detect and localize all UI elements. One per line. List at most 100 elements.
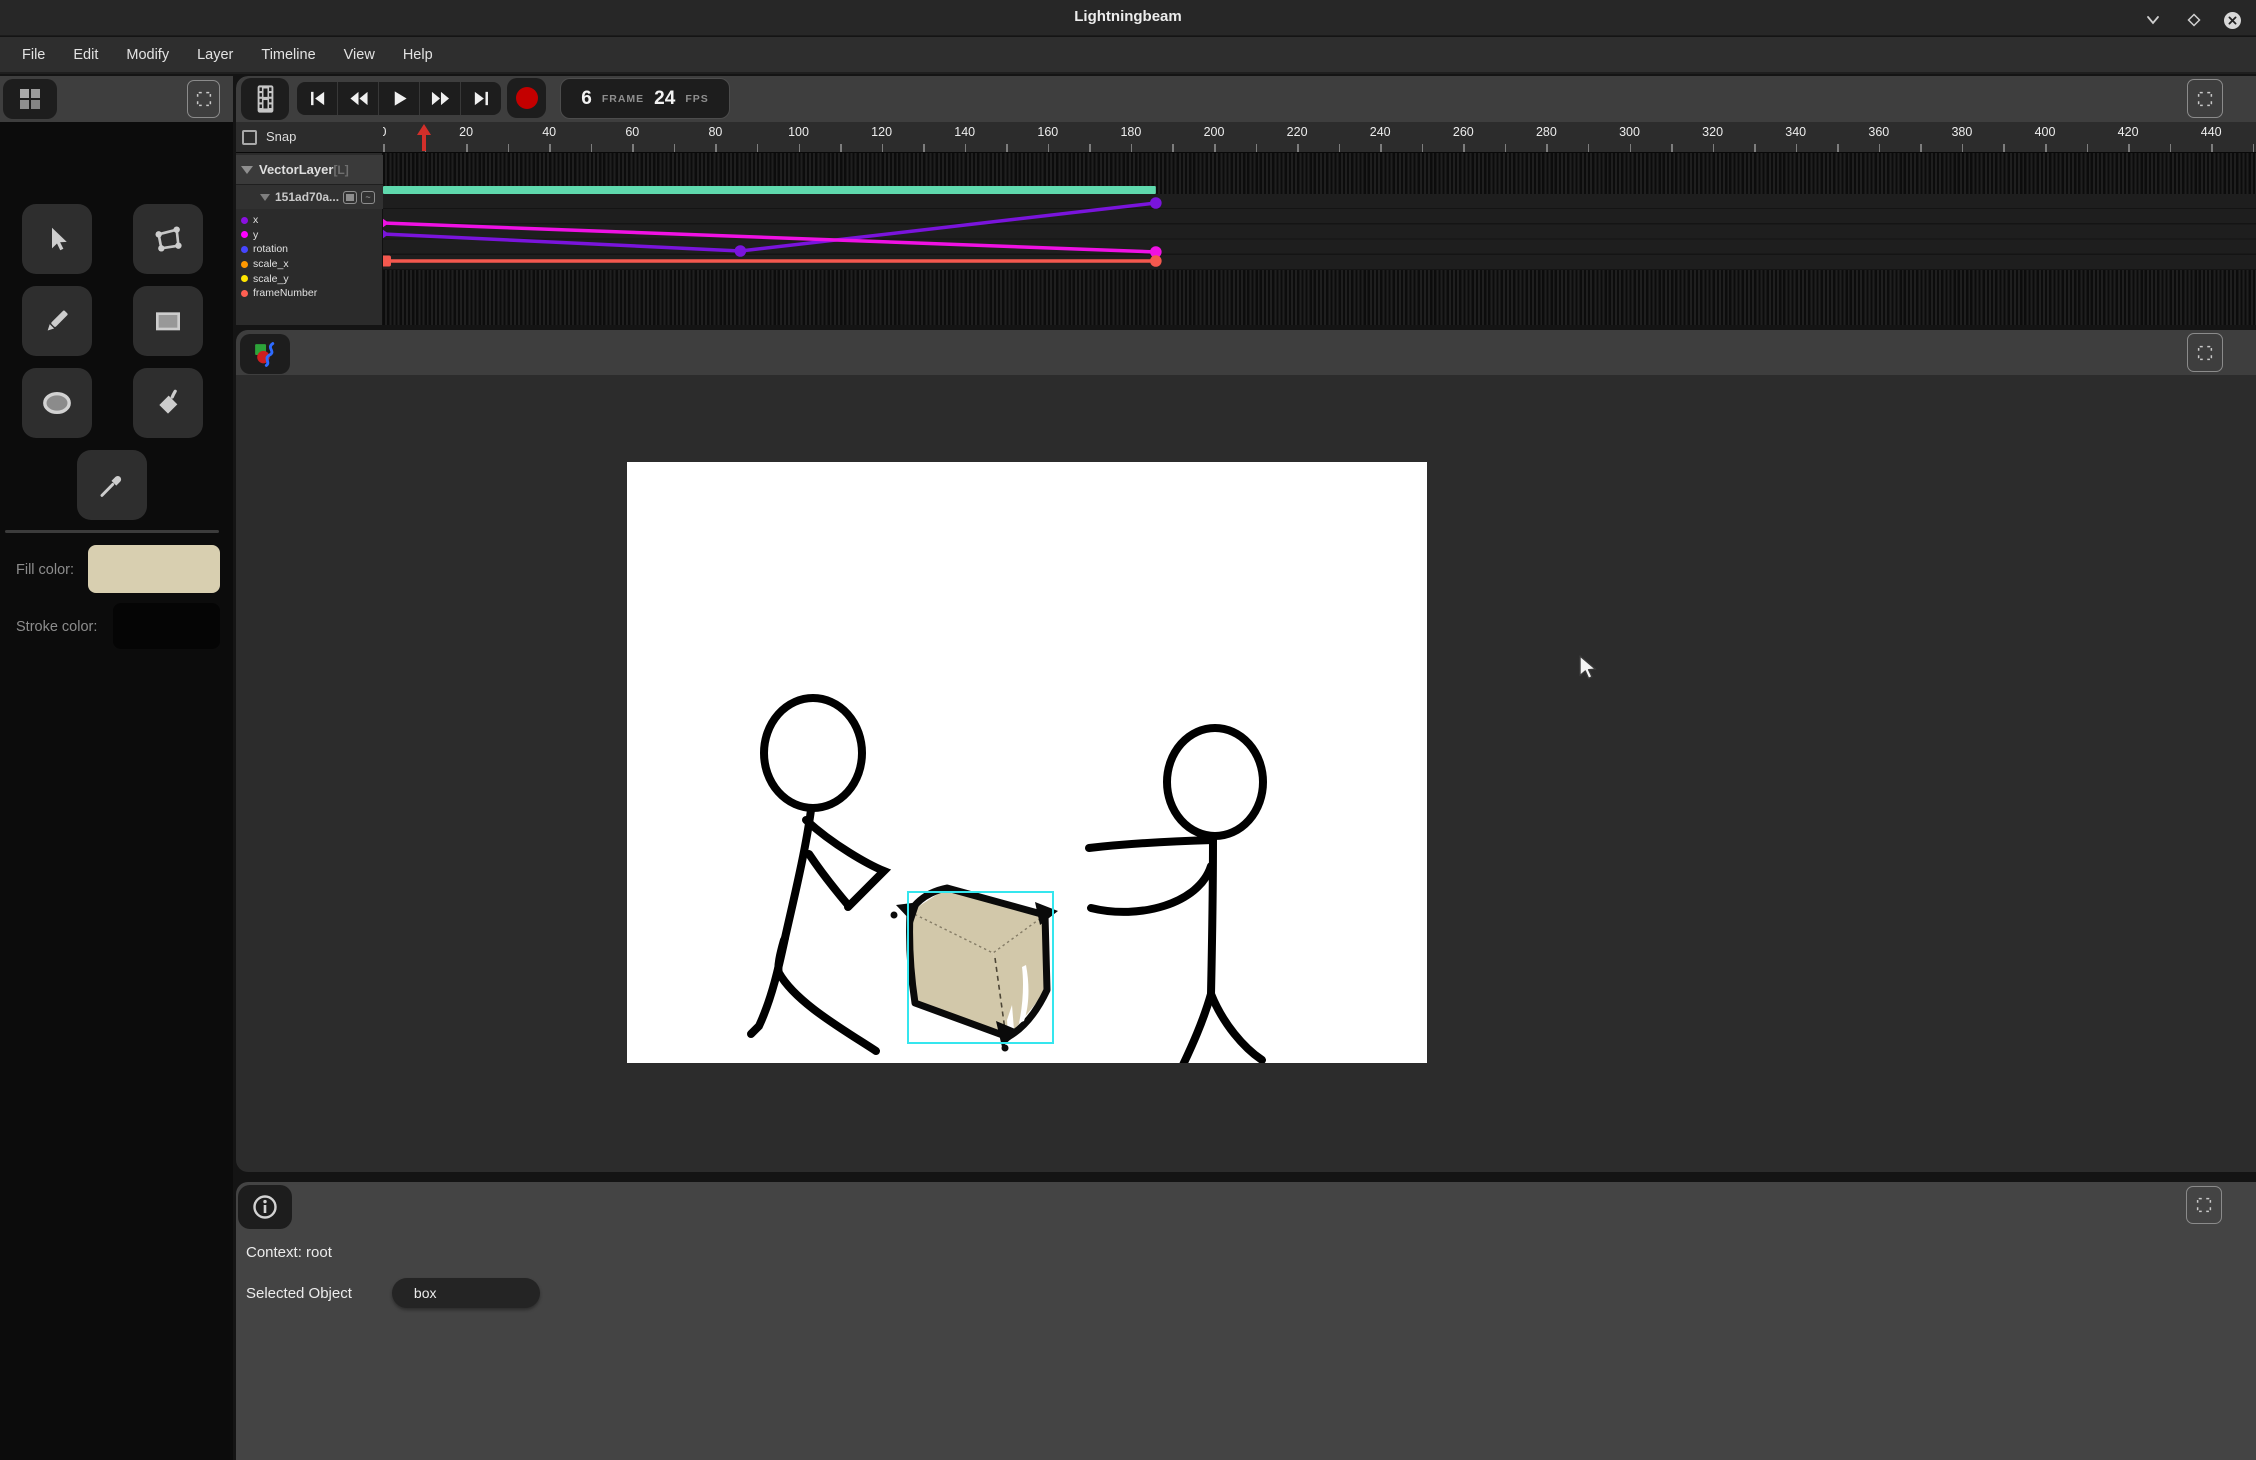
selected-object-label: Selected Object [246, 1285, 352, 1302]
shapes-icon [252, 341, 279, 368]
ruler-tick [2003, 144, 2005, 152]
paint-bucket-icon [152, 387, 184, 419]
selected-object-row: Selected Object box [246, 1278, 540, 1308]
snap-checkbox[interactable] [242, 130, 257, 145]
ruler-label: 0 [383, 125, 386, 139]
skip-start-icon [308, 89, 327, 108]
ruler-label: 80 [708, 125, 722, 139]
layer-ease-button[interactable]: ~ [361, 191, 375, 204]
stroke-color-label: Stroke color: [16, 619, 97, 635]
ellipse-tool-button[interactable] [22, 368, 92, 438]
shapes-button[interactable] [240, 334, 290, 374]
select-tool-button[interactable] [22, 204, 92, 274]
menu-help[interactable]: Help [391, 41, 445, 69]
keyframe-frameNumber[interactable] [383, 256, 391, 267]
layer-duration-bar[interactable] [383, 186, 1156, 194]
ruler-label: 180 [1120, 125, 1141, 139]
tool-panel-fullscreen-button[interactable] [187, 80, 220, 118]
keyframe-curves[interactable] [383, 153, 2256, 325]
rectangle-tool-button[interactable] [133, 286, 203, 356]
minimize-button[interactable] [2140, 7, 2166, 33]
layer-child-row[interactable]: 151ad70a... ~ [236, 185, 383, 209]
grid-icon [17, 86, 43, 112]
ruler-tick [591, 144, 593, 152]
fast-forward-button[interactable] [420, 82, 461, 115]
stage-drawing [627, 462, 1427, 1063]
menu-timeline[interactable]: Timeline [249, 41, 327, 69]
rectangle-icon [152, 305, 184, 337]
rewind-icon [348, 89, 369, 108]
keyframe-x[interactable] [735, 245, 747, 257]
menu-view[interactable]: View [332, 41, 387, 69]
inspector-fullscreen-button[interactable] [2186, 1186, 2222, 1224]
property-name: y [253, 229, 258, 241]
paint-bucket-tool-button[interactable] [133, 368, 203, 438]
maximize-button[interactable] [2181, 7, 2207, 33]
ruler-label: 140 [954, 125, 975, 139]
eyedropper-tool-button[interactable] [77, 450, 147, 520]
app-window: Lightningbeam FileEditModifyLayerTimelin… [0, 0, 2256, 1460]
divider [5, 530, 219, 533]
layer-name: VectorLayer [259, 162, 333, 177]
box-object[interactable] [891, 888, 1059, 1052]
property-list: xyrotationscale_xscale_yframeNumber [236, 213, 383, 301]
ruler-tick [715, 144, 717, 152]
panel-grid-button[interactable] [3, 79, 57, 119]
canvas-fullscreen-button[interactable] [2187, 333, 2223, 372]
film-button[interactable] [241, 78, 289, 120]
play-button[interactable] [379, 82, 420, 115]
timeline-fullscreen-button[interactable] [2187, 79, 2223, 118]
ruler-tick [1048, 144, 1050, 152]
ruler-tick [757, 144, 759, 152]
fill-color-label: Fill color: [16, 562, 74, 578]
property-row-y[interactable]: y [236, 228, 383, 243]
property-row-x[interactable]: x [236, 213, 383, 228]
circle-x-icon [2223, 11, 2242, 30]
keyframe-y[interactable] [383, 216, 389, 230]
menu-file[interactable]: File [10, 41, 57, 69]
ruler-label: 360 [1868, 125, 1889, 139]
menu-layer[interactable]: Layer [185, 41, 245, 69]
transform-tool-button[interactable] [133, 204, 203, 274]
ruler-tick [1422, 144, 1424, 152]
pencil-tool-button[interactable] [22, 286, 92, 356]
property-row-rotation[interactable]: rotation [236, 242, 383, 257]
property-row-scale_x[interactable]: scale_x [236, 257, 383, 272]
ruler-tick [2087, 144, 2089, 152]
layer-visibility-button[interactable] [343, 191, 357, 204]
info-button[interactable] [238, 1185, 292, 1229]
property-name: x [253, 214, 258, 226]
ruler-label: 280 [1536, 125, 1557, 139]
timeline-ruler[interactable]: 0204060801001201401601802002202402602803… [383, 122, 2256, 153]
ruler-tick [1131, 144, 1133, 152]
menu-modify[interactable]: Modify [114, 41, 181, 69]
selected-object-field[interactable]: box [392, 1278, 540, 1308]
collapse-triangle-icon[interactable] [260, 194, 270, 201]
stroke-color-swatch[interactable] [113, 603, 220, 649]
ruler-tick [508, 144, 510, 152]
rewind-button[interactable] [338, 82, 379, 115]
ruler-tick [1920, 144, 1922, 152]
close-button[interactable] [2219, 7, 2245, 33]
record-button[interactable] [507, 78, 546, 118]
skip-start-button[interactable] [297, 82, 338, 115]
property-name: scale_x [253, 258, 289, 270]
layer-row-vectorlayer[interactable]: VectorLayer [L] [236, 155, 383, 185]
menubar: FileEditModifyLayerTimelineViewHelp [0, 37, 2256, 74]
menu-edit[interactable]: Edit [61, 41, 110, 69]
skip-end-button[interactable] [461, 82, 501, 115]
keyframe-x[interactable] [1150, 197, 1162, 209]
stage[interactable] [627, 462, 1427, 1063]
timeline-ruler-row: Snap 02040608010012014016018020022024026… [236, 122, 2256, 153]
keyframe-x[interactable] [383, 227, 389, 241]
property-row-frameNumber[interactable]: frameNumber [236, 286, 383, 301]
ruler-tick [799, 144, 801, 152]
ruler-tick [1630, 144, 1632, 152]
property-color-dot [241, 275, 248, 282]
collapse-triangle-icon[interactable] [241, 166, 253, 174]
property-row-scale_y[interactable]: scale_y [236, 271, 383, 286]
ruler-tick [882, 144, 884, 152]
keyframe-frameNumber[interactable] [1150, 255, 1162, 267]
fill-color-swatch[interactable] [88, 545, 220, 593]
stick-figure-right [1089, 728, 1263, 1063]
